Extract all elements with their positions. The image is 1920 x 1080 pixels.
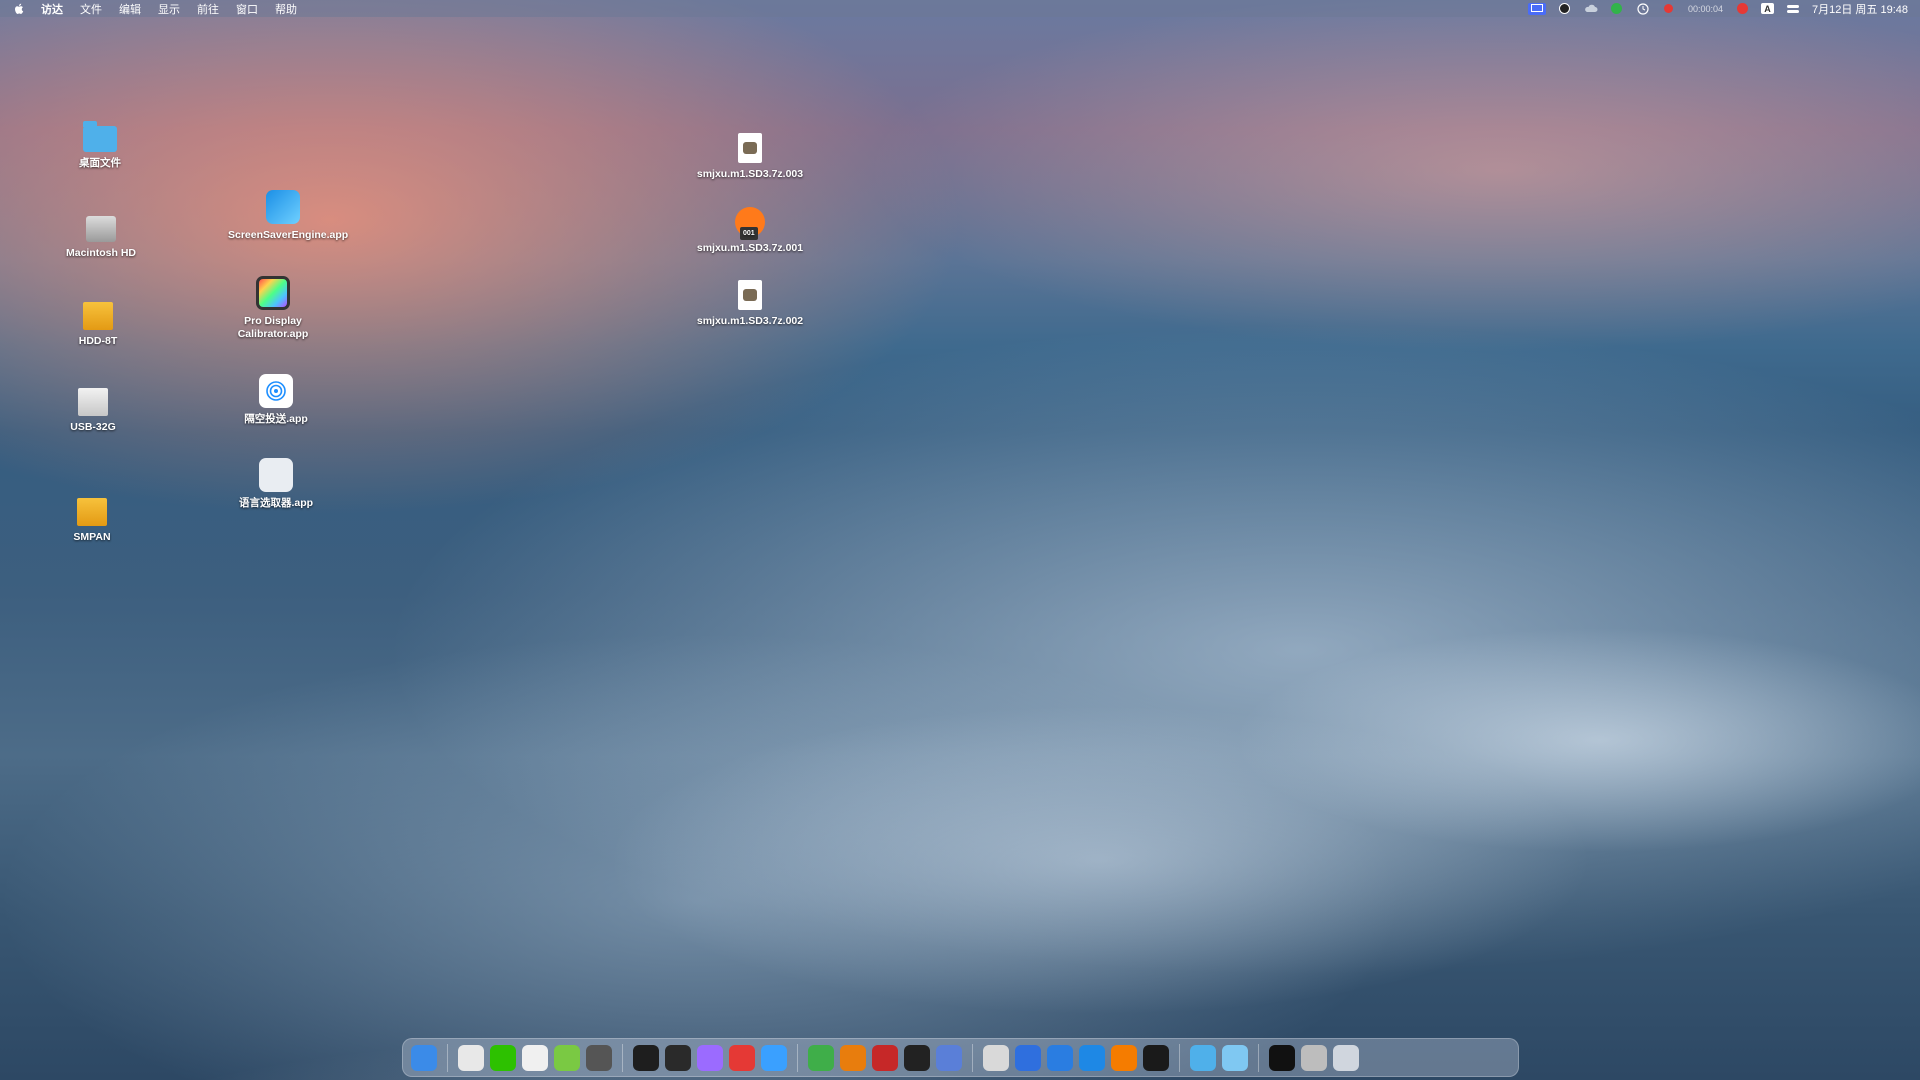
external-disk-icon <box>77 498 107 526</box>
desktop-item-label: HDD-8T <box>78 335 118 347</box>
hard-disk-icon <box>86 216 116 242</box>
desktop-item-label: 桌面文件 <box>79 157 121 169</box>
dock-app-dark-icon[interactable] <box>904 1044 930 1071</box>
dock <box>402 1038 1519 1077</box>
dock-xcode-icon[interactable] <box>1047 1044 1073 1071</box>
dock-qq-icon[interactable] <box>522 1044 548 1071</box>
dock-app-fs-icon[interactable] <box>872 1044 898 1071</box>
calibrator-app-icon <box>256 276 290 310</box>
recording-timer: 00:00:04 <box>1687 3 1723 14</box>
archive-file-icon <box>738 280 762 310</box>
dock-app-rocket-icon[interactable] <box>983 1044 1009 1071</box>
desktop-item-label: smjxu.m1.SD3.7z.002 <box>696 315 804 327</box>
menu-window[interactable]: 窗口 <box>236 1 258 17</box>
record-icon[interactable] <box>1662 3 1676 15</box>
dock-app-window-icon[interactable] <box>1015 1044 1041 1071</box>
dock-app-blue-icon[interactable] <box>761 1044 787 1071</box>
desktop-item-label: smjxu.m1.SD3.7z.001 <box>696 242 804 254</box>
dock-app-green-icon[interactable] <box>554 1044 580 1071</box>
desktop-item-label: SMPAN <box>73 531 111 543</box>
desktop-item-label: Macintosh HD <box>65 247 136 259</box>
dock-folder-blue-icon[interactable] <box>1190 1044 1216 1071</box>
menu-view[interactable]: 显示 <box>158 1 180 17</box>
dock-app-purple-icon[interactable] <box>697 1044 723 1071</box>
screen-mirror-icon[interactable] <box>1527 2 1546 15</box>
dock-blender-icon[interactable] <box>840 1044 866 1071</box>
dock-separator <box>1258 1043 1259 1072</box>
control-center-icon[interactable] <box>1786 3 1800 15</box>
dock-disk-grey-icon[interactable] <box>1301 1044 1327 1071</box>
desktop-wallpaper <box>0 0 1920 1080</box>
airdrop-app-icon <box>259 374 293 408</box>
dock-vscode-icon[interactable] <box>1079 1044 1105 1071</box>
desktop-item-label: 语言选取器.app <box>238 497 314 509</box>
dock-app-send-icon[interactable] <box>936 1044 962 1071</box>
menu-go[interactable]: 前往 <box>197 1 219 17</box>
desktop-item-language-chooser[interactable]: 语言选取器.app <box>221 458 331 510</box>
apple-menu-icon[interactable] <box>14 3 25 15</box>
cloud-icon[interactable] <box>1584 3 1598 15</box>
dock-separator <box>972 1043 973 1072</box>
dock-separator <box>797 1043 798 1072</box>
dock-app-photo-icon[interactable] <box>586 1044 612 1071</box>
clock-sync-icon[interactable] <box>1636 2 1650 15</box>
usb-disk-icon <box>78 388 108 416</box>
dock-wechat-icon[interactable] <box>490 1044 516 1071</box>
external-disk-icon <box>83 302 113 330</box>
desktop-item-label: ScreenSaverEngine.app <box>228 229 349 241</box>
desktop-item-archive-001[interactable]: 001 smjxu.m1.SD3.7z.001 <box>695 207 805 255</box>
archive-file-icon <box>738 133 762 163</box>
dock-chrome-icon[interactable] <box>458 1044 484 1071</box>
network-monitor-icon[interactable] <box>1610 3 1624 15</box>
language-chooser-app-icon <box>259 458 293 492</box>
dock-folder-light-icon[interactable] <box>1222 1044 1248 1071</box>
dock-app-ot-icon[interactable] <box>808 1044 834 1071</box>
desktop-item-archive-002[interactable]: smjxu.m1.SD3.7z.002 <box>695 280 805 328</box>
dock-activity-icon[interactable] <box>665 1044 691 1071</box>
desktop-item-airdrop[interactable]: 隔空投送.app <box>221 374 331 426</box>
desktop-item-hdd-8t[interactable]: HDD-8T <box>43 302 153 348</box>
desktop-item-calibrator[interactable]: Pro Display Calibrator.app <box>218 276 328 341</box>
desktop-item-label: USB-32G <box>70 421 116 433</box>
desktop-item-label: 隔空投送.app <box>244 413 308 425</box>
desktop-item-label: Pro Display Calibrator.app <box>237 315 309 340</box>
dock-separator <box>447 1043 448 1072</box>
desktop-item-macintosh-hd[interactable]: Macintosh HD <box>46 216 156 260</box>
input-method-icon[interactable]: A <box>1761 3 1774 14</box>
menu-bar: 访达 文件 编辑 显示 前往 窗口 帮助 00:00:04 A 7月12日 周五… <box>0 0 1920 17</box>
menu-edit[interactable]: 编辑 <box>119 1 141 17</box>
dock-sublime-icon[interactable] <box>1111 1044 1137 1071</box>
desktop-item-label: smjxu.m1.SD3.7z.003 <box>696 168 804 180</box>
dock-terminal-icon[interactable] <box>633 1044 659 1071</box>
dock-console-icon[interactable] <box>1143 1044 1169 1071</box>
dock-app-red-icon[interactable] <box>729 1044 755 1071</box>
dock-trash-icon[interactable] <box>1333 1044 1359 1071</box>
dock-window-black-icon[interactable] <box>1269 1044 1295 1071</box>
archive-001-icon: 001 <box>735 207 765 240</box>
tray-app-icon[interactable] <box>1558 3 1572 15</box>
desktop-item-archive-003[interactable]: smjxu.m1.SD3.7z.003 <box>695 133 805 181</box>
desktop-item-screensaver[interactable]: ScreenSaverEngine.app <box>228 190 349 242</box>
menu-help[interactable]: 帮助 <box>275 1 297 17</box>
dock-finder-icon[interactable] <box>411 1044 437 1071</box>
screensaver-app-icon <box>266 190 300 224</box>
desktop-item-desktop-folder[interactable]: 桌面文件 <box>45 121 155 170</box>
desktop-item-smpan[interactable]: SMPAN <box>37 498 147 544</box>
menu-file[interactable]: 文件 <box>80 1 102 17</box>
dock-separator <box>1179 1043 1180 1072</box>
dock-separator <box>622 1043 623 1072</box>
desktop-item-usb-32g[interactable]: USB-32G <box>38 388 148 434</box>
folder-icon <box>83 121 117 152</box>
menubar-clock[interactable]: 7月12日 周五 19:48 <box>1812 1 1908 17</box>
stop-record-icon[interactable] <box>1735 3 1749 15</box>
menu-app-name[interactable]: 访达 <box>41 1 63 17</box>
mountain-scenery <box>0 320 1920 1080</box>
